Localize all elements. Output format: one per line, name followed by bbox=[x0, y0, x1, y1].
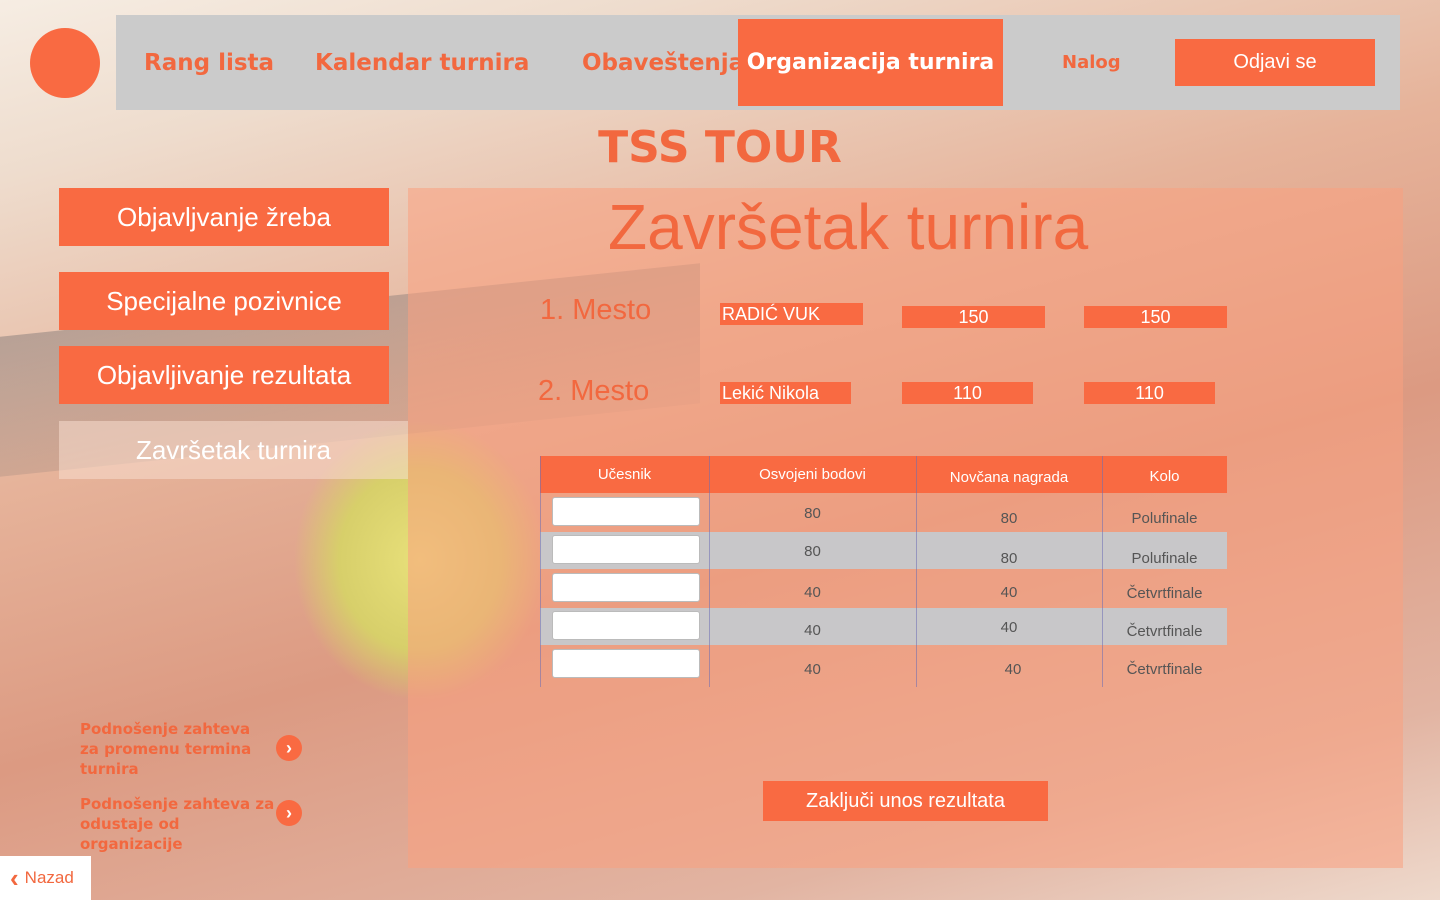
top-navbar: Rang lista Kalendar turnira Obaveštenja … bbox=[116, 15, 1400, 110]
participant-input[interactable] bbox=[552, 573, 700, 602]
logo[interactable] bbox=[30, 28, 100, 98]
request-change-term-text[interactable]: Podnošenje zahteva za promenu termina tu… bbox=[80, 719, 270, 779]
first-place-points: 150 bbox=[902, 306, 1045, 328]
participant-input[interactable] bbox=[552, 649, 700, 678]
nav-obavestenja[interactable]: Obaveštenja bbox=[582, 15, 744, 110]
chevron-right-icon[interactable]: › bbox=[276, 735, 302, 761]
round-cell: Četvrtfinale bbox=[1126, 661, 1203, 678]
points-cell: 80 bbox=[804, 543, 821, 560]
table-row: 80 80 Polufinale bbox=[540, 532, 1227, 569]
prize-cell: 40 bbox=[1000, 584, 1018, 601]
site-title: TSS TOUR bbox=[598, 122, 842, 173]
nav-nalog[interactable]: Nalog bbox=[1062, 15, 1121, 110]
column-divider bbox=[1102, 456, 1103, 687]
points-cell: 40 bbox=[804, 661, 821, 678]
header-ucesnik: Učesnik bbox=[597, 466, 652, 483]
participant-input[interactable] bbox=[552, 535, 700, 564]
first-place-prize: 150 bbox=[1084, 306, 1227, 328]
points-cell: 80 bbox=[804, 505, 821, 522]
points-cell: 40 bbox=[804, 584, 821, 601]
request-withdraw-text[interactable]: Podnošenje zahteva za odustaje od organi… bbox=[80, 794, 275, 854]
second-place-points: 110 bbox=[902, 382, 1033, 404]
sidebar-item-objavljivanje-zreba[interactable]: Objavljvanje žreba bbox=[59, 188, 389, 246]
nav-kalendar-turnira[interactable]: Kalendar turnira bbox=[315, 15, 529, 110]
sidebar-item-specijalne-pozivnice[interactable]: Specijalne pozivnice bbox=[59, 272, 389, 330]
round-cell: Četvrtfinale bbox=[1126, 585, 1203, 602]
participant-input[interactable] bbox=[552, 497, 700, 526]
table-row: 40 40 Četvrtfinale bbox=[540, 570, 1227, 607]
column-divider bbox=[916, 456, 917, 687]
second-place-label: 2. Mesto bbox=[538, 375, 650, 407]
points-cell: 40 bbox=[804, 622, 821, 639]
table-row: 40 40 Četvrtfinale bbox=[540, 608, 1227, 645]
chevron-left-icon: ‹ bbox=[10, 862, 19, 893]
second-place-prize: 110 bbox=[1084, 382, 1215, 404]
table-row: 40 40 Četvrtfinale bbox=[540, 646, 1227, 683]
table-header: Učesnik Osvojeni bodovi Novčana nagrada … bbox=[540, 456, 1227, 493]
first-place-player: RADIĆ VUK bbox=[720, 303, 863, 325]
nav-organizacija-turnira[interactable]: Organizacija turnira bbox=[738, 19, 1003, 106]
header-kolo: Kolo bbox=[1149, 468, 1180, 485]
second-place-player: Lekić Nikola bbox=[720, 382, 851, 404]
column-divider bbox=[540, 456, 541, 687]
chevron-right-icon[interactable]: › bbox=[276, 800, 302, 826]
column-divider bbox=[709, 456, 710, 687]
back-button[interactable]: ‹ Nazad bbox=[0, 856, 91, 900]
header-osvojeni-bodovi: Osvojeni bodovi bbox=[759, 466, 866, 483]
confirm-results-button[interactable]: Zaključi unos rezultata bbox=[763, 781, 1048, 821]
participant-input[interactable] bbox=[552, 611, 700, 640]
header-novcana-nagrada: Novčana nagrada bbox=[949, 469, 1069, 486]
table-row: 80 80 Polufinale bbox=[540, 494, 1227, 531]
prize-cell: 40 bbox=[1004, 661, 1022, 678]
sidebar-item-objavljivanje-rezultata[interactable]: Objavljivanje rezultata bbox=[59, 346, 389, 404]
sidebar-item-zavrsetak-turnira[interactable]: Završetak turnira bbox=[59, 421, 408, 479]
tournament-end-panel: Završetak turnira 1. Mesto RADIĆ VUK 150… bbox=[408, 188, 1403, 868]
logout-button[interactable]: Odjavi se bbox=[1175, 39, 1375, 86]
prize-cell: 40 bbox=[1000, 619, 1018, 636]
round-cell: Četvrtfinale bbox=[1126, 623, 1203, 640]
nav-rang-lista[interactable]: Rang lista bbox=[144, 15, 274, 110]
back-label: Nazad bbox=[24, 868, 74, 887]
first-place-label: 1. Mesto bbox=[540, 294, 652, 326]
panel-title: Završetak turnira bbox=[608, 191, 1089, 263]
